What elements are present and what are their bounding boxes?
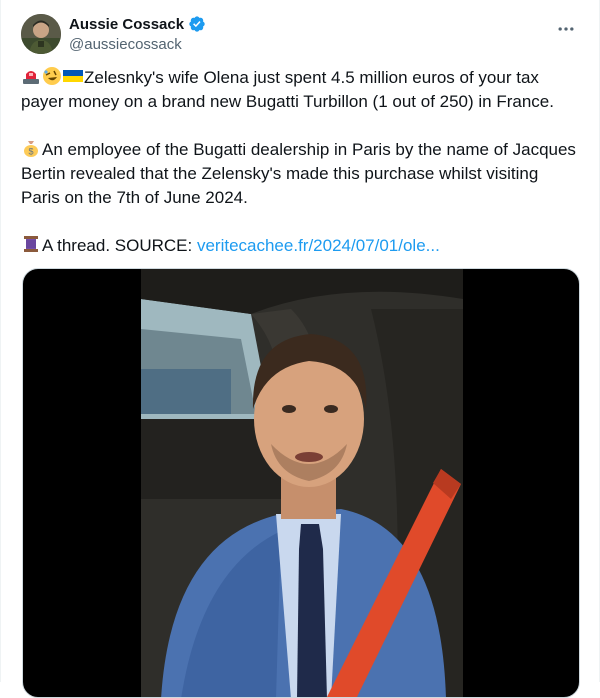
- name-row: Aussie Cossack: [69, 14, 206, 34]
- more-options-button[interactable]: [549, 12, 583, 46]
- ukraine-flag-emoji: [63, 70, 83, 82]
- money-bag-emoji: $: [24, 141, 38, 157]
- more-horizontal-icon: [558, 27, 574, 31]
- rolling-on-floor-laughing-emoji: [43, 67, 61, 85]
- video-thumbnail: [141, 269, 463, 697]
- video-media[interactable]: [22, 268, 580, 698]
- source-link[interactable]: veritecachee.fr/2024/07/01/ole...: [197, 236, 440, 255]
- display-name[interactable]: Aussie Cossack: [69, 16, 184, 33]
- tweet-paragraph-3: A thread. SOURCE: veritecachee.fr/2024/0…: [21, 234, 581, 258]
- tweet-paragraph-1: Zelesnky's wife Olena just spent 4.5 mil…: [21, 66, 581, 114]
- tweet-line-3-prefix: A thread. SOURCE:: [42, 236, 197, 255]
- tweet-line-2: An employee of the Bugatti dealership in…: [21, 140, 576, 207]
- police-car-light-emoji: [23, 71, 39, 84]
- avatar[interactable]: [21, 14, 61, 54]
- tweet-paragraph-2: $ An employee of the Bugatti dealership …: [21, 138, 581, 210]
- tweet-header: Aussie Cossack @aussiecossack: [21, 12, 583, 56]
- author-block: Aussie Cossack @aussiecossack: [69, 14, 206, 53]
- svg-text:$: $: [28, 147, 33, 157]
- tweet-card: Aussie Cossack @aussiecossack Zelesnky's…: [0, 0, 600, 698]
- tweet-line-1: Zelesnky's wife Olena just spent 4.5 mil…: [21, 68, 554, 111]
- handle[interactable]: @aussiecossack: [69, 36, 206, 53]
- tweet-text: Zelesnky's wife Olena just spent 4.5 mil…: [21, 66, 581, 258]
- spool-of-thread-emoji: [24, 236, 38, 252]
- verified-badge-icon[interactable]: [188, 15, 206, 33]
